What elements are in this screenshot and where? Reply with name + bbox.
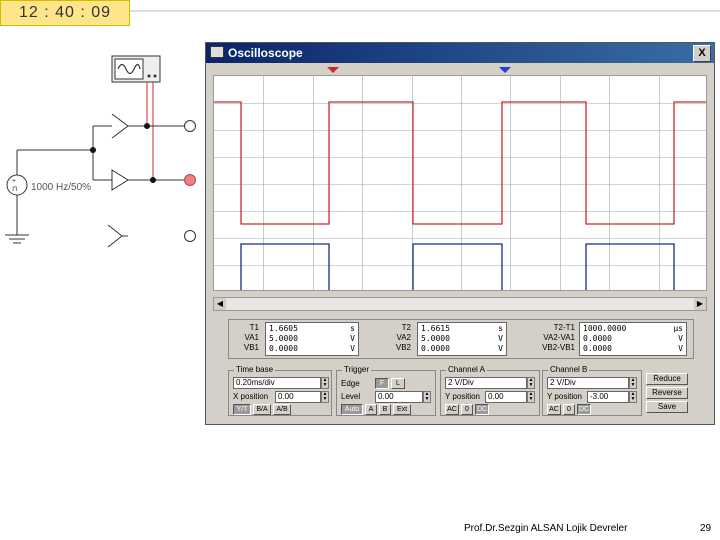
channel-a-dc-button[interactable]: DC [475, 404, 489, 415]
ab-mode-button[interactable]: A/B [273, 404, 291, 415]
channel-a-ac-button[interactable]: AC [445, 404, 459, 415]
scroll-right-arrow[interactable]: ▶ [694, 298, 706, 310]
level-spinner[interactable]: ▲ ▼ [423, 391, 431, 403]
oscilloscope-window: Oscilloscope X ◀ ▶ T1 VA1 VB1 1.6605 s 5.… [205, 42, 715, 425]
readout-label: T2 [401, 323, 411, 332]
xposition-field[interactable]: 0.00 [275, 391, 321, 403]
time-ruler [130, 10, 720, 12]
timebase-spinner[interactable]: ▲ ▼ [321, 377, 329, 389]
channel-a-group: Channel A 2 V/Div ▲ ▼ Y position 0.00 ▲ ▼ … [440, 365, 540, 416]
channel-a-ypos-spinner[interactable]: ▲ ▼ [527, 391, 535, 403]
channel-a-scale-field[interactable]: 2 V/Div [445, 377, 527, 389]
readout-label: VA2-VA1 [543, 333, 575, 342]
trigger-a-button[interactable]: A [365, 404, 377, 415]
footer-author: Prof.Dr.Sezgin ALSAN Lojik Devreler [464, 523, 628, 534]
channel-b-group: Channel B 2 V/Div ▲ ▼ Y position -3.00 ▲ ▼… [542, 365, 642, 416]
readout-label: T1 [249, 323, 259, 332]
readout-values-col2: 1.6615 s 5.0000 V 0.0000 V [417, 322, 507, 356]
trigger-group: Trigger Edge F L Level 0.00 ▲ ▼ Auto A B … [336, 365, 436, 416]
oscilloscope-icon [210, 46, 224, 58]
junction-dot [90, 147, 96, 153]
output-probe-3[interactable] [184, 230, 196, 242]
reverse-button[interactable]: Reverse [646, 387, 688, 399]
screen-grid [214, 76, 706, 290]
cursor-marker-bar [327, 67, 511, 73]
horizontal-scrollbar[interactable]: ◀ ▶ [213, 297, 707, 311]
readout-label: VB2-VB1 [542, 343, 575, 352]
timebase-group: Time base 0.20ms/div ▲ ▼ X position 0.00 … [228, 365, 332, 416]
clock-display: 12 : 40 : 09 [0, 0, 130, 26]
edge-falling-button[interactable]: F [375, 378, 389, 389]
window-titlebar[interactable]: Oscilloscope [206, 43, 714, 63]
reduce-button[interactable]: Reduce [646, 373, 688, 385]
ba-mode-button[interactable]: B/A [253, 404, 271, 415]
channel-a-zero-button[interactable]: 0 [461, 404, 473, 415]
xposition-spinner[interactable]: ▲ ▼ [321, 391, 329, 403]
channel-b-zero-button[interactable]: 0 [563, 404, 575, 415]
readout-label: VB2 [395, 343, 411, 352]
channel-a-title: Channel A [446, 365, 487, 374]
channel-b-dc-button[interactable]: DC [577, 404, 591, 415]
cursor-readout-panel: T1 VA1 VB1 1.6605 s 5.0000 V 0.0000 V T2 VA… [228, 319, 694, 359]
circuit-schematic: + ⊓ [5, 55, 185, 248]
output-probe-1[interactable] [184, 120, 196, 132]
timebase-scale-field[interactable]: 0.20ms/div [233, 377, 321, 389]
cursor-t2-marker [499, 67, 511, 73]
svg-text:+: + [12, 178, 16, 185]
trigger-auto-button[interactable]: Auto [341, 404, 363, 415]
channel-b-title: Channel B [548, 365, 590, 374]
readout-label: VB1 [243, 343, 259, 352]
channel-a-ypos-field[interactable]: 0.00 [485, 391, 527, 403]
cursor-t1-marker [327, 67, 339, 73]
save-button[interactable]: Save [646, 401, 688, 413]
channel-b-scale-spinner[interactable]: ▲ ▼ [629, 377, 637, 389]
channel-b-waveform [240, 243, 675, 290]
channel-b-ypos-label: Y position [547, 392, 582, 401]
trigger-b-button[interactable]: B [379, 404, 391, 415]
readout-label: VA1 [244, 333, 259, 342]
svg-text:⊓: ⊓ [12, 186, 17, 193]
timebase-title: Time base [234, 365, 276, 374]
readout-values-col3: 1000.0000 µs 0.0000 V 0.0000 V [579, 322, 687, 356]
level-field[interactable]: 0.00 [375, 391, 423, 403]
xposition-label: X position [233, 392, 269, 401]
yt-mode-button[interactable]: Y/T [233, 404, 251, 415]
trigger-ext-button[interactable]: Ext [393, 404, 411, 415]
edge-label: Edge [341, 379, 360, 388]
window-title: Oscilloscope [228, 46, 303, 60]
scope-screen[interactable] [213, 75, 707, 291]
scroll-left-arrow[interactable]: ◀ [214, 298, 226, 310]
close-button[interactable]: X [693, 45, 711, 62]
readout-label: T2-T1 [553, 323, 575, 332]
channel-b-ypos-field[interactable]: -3.00 [587, 391, 629, 403]
channel-b-ypos-spinner[interactable]: ▲ ▼ [629, 391, 637, 403]
channel-a-scale-spinner[interactable]: ▲ ▼ [527, 377, 535, 389]
channel-b-ac-button[interactable]: AC [547, 404, 561, 415]
channel-a-waveform [214, 101, 706, 225]
output-probe-2[interactable] [184, 174, 196, 186]
channel-a-ypos-label: Y position [445, 392, 480, 401]
page-number: 29 [700, 523, 712, 534]
trigger-title: Trigger [342, 365, 372, 374]
readout-label: VA2 [396, 333, 411, 342]
channel-b-scale-field[interactable]: 2 V/Div [547, 377, 629, 389]
edge-rising-button[interactable]: L [391, 378, 405, 389]
level-label: Level [341, 392, 361, 401]
junction-dot [144, 123, 150, 129]
readout-values-col1: 1.6605 s 5.0000 V 0.0000 V [265, 322, 359, 356]
junction-dot [150, 177, 156, 183]
source-frequency-label: 1000 Hz/50% [31, 182, 92, 193]
